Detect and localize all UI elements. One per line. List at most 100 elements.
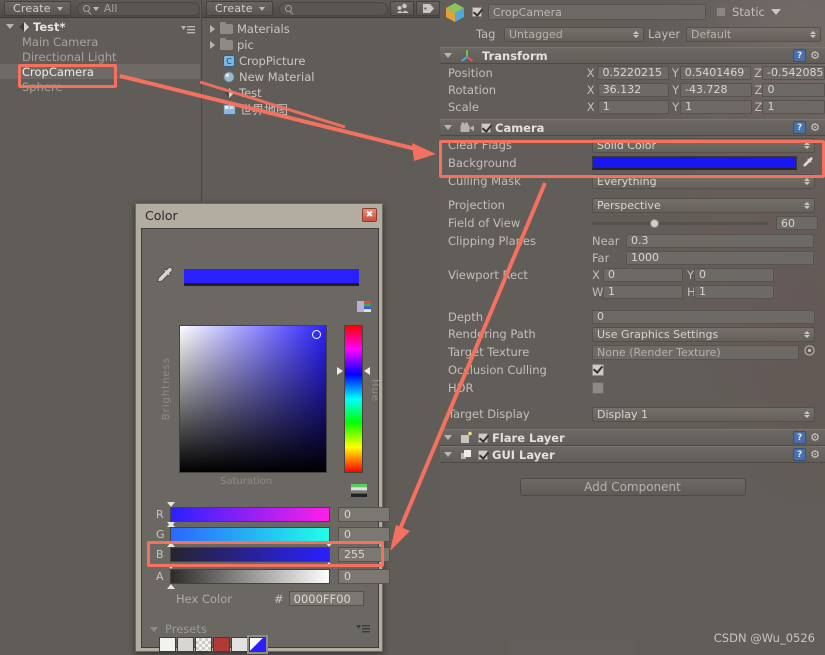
hierarchy-item-directional-light[interactable]: Directional Light xyxy=(0,49,200,64)
chevron-down-icon[interactable] xyxy=(444,452,452,457)
scale-z-input[interactable]: 1 xyxy=(762,99,825,114)
channel-mode-icon[interactable] xyxy=(351,484,367,500)
color-picker-titlebar[interactable]: Color ✖ xyxy=(136,204,382,226)
culling-mask-dropdown[interactable]: Everything xyxy=(592,173,815,189)
color-picker-mode-icon[interactable] xyxy=(357,301,371,315)
near-input[interactable]: 0.3 xyxy=(626,233,814,248)
chevron-down-icon[interactable] xyxy=(444,53,452,58)
occlusion-culling-checkbox[interactable] xyxy=(592,364,604,376)
preset-swatch-4[interactable] xyxy=(231,637,248,652)
eyedropper-icon[interactable] xyxy=(801,155,815,172)
flare-layer-enabled-checkbox[interactable] xyxy=(478,432,488,443)
gui-layer-enabled-checkbox[interactable] xyxy=(478,449,488,460)
close-icon[interactable]: ✖ xyxy=(362,208,377,222)
chevron-down-icon[interactable] xyxy=(444,125,452,130)
viewport-x-input[interactable]: 0 xyxy=(603,267,683,282)
slider-marker-top[interactable] xyxy=(325,541,333,547)
channel-slider-r[interactable] xyxy=(167,501,330,527)
transform-component-header[interactable]: Transform ? ⚙ xyxy=(440,47,825,64)
hierarchy-menu-icon[interactable] xyxy=(181,23,195,37)
gameobject-enabled-checkbox[interactable] xyxy=(472,7,482,17)
position-x-input[interactable]: 0.5220215 xyxy=(597,65,669,80)
viewport-h-input[interactable]: 1 xyxy=(694,284,774,299)
channel-value-b[interactable]: 255 xyxy=(338,546,390,562)
hierarchy-item-cropcamera[interactable]: CropCamera xyxy=(0,64,200,79)
slider-marker-top[interactable] xyxy=(167,521,175,527)
viewport-w-input[interactable]: 1 xyxy=(603,284,683,299)
add-component-button[interactable]: Add Component xyxy=(519,478,746,496)
far-input[interactable]: 1000 xyxy=(626,250,814,265)
camera-component-header[interactable]: Camera ? ⚙ xyxy=(440,119,825,136)
rotation-x-input[interactable]: 36.132 xyxy=(597,82,670,97)
hierarchy-item-sphere[interactable]: Sphere xyxy=(0,79,200,94)
preset-swatch-5[interactable] xyxy=(247,635,268,654)
channel-value-r[interactable]: 0 xyxy=(338,506,390,522)
slider-marker-top[interactable] xyxy=(167,501,175,507)
scale-y-input[interactable]: 1 xyxy=(680,99,752,114)
rotation-y-input[interactable]: -43.728 xyxy=(680,82,752,97)
chevron-down-icon[interactable] xyxy=(444,435,452,440)
channel-slider-b[interactable] xyxy=(170,541,333,567)
projection-dropdown[interactable]: Perspective xyxy=(592,197,815,213)
eyedropper-icon[interactable] xyxy=(156,265,176,290)
hdr-checkbox[interactable] xyxy=(592,382,604,394)
channel-value-g[interactable]: 0 xyxy=(338,526,390,542)
slider-marker-bottom[interactable] xyxy=(167,583,175,589)
chevron-down-icon[interactable] xyxy=(6,24,14,29)
hue-slider[interactable] xyxy=(337,325,370,473)
camera-enabled-checkbox[interactable] xyxy=(481,122,491,133)
depth-input[interactable]: 0 xyxy=(592,309,815,324)
fov-slider[interactable] xyxy=(592,218,768,228)
preset-swatch-2[interactable] xyxy=(195,637,212,652)
target-display-dropdown[interactable]: Display 1 xyxy=(592,406,815,422)
preset-swatch-3[interactable] xyxy=(213,637,230,652)
chevron-right-icon[interactable] xyxy=(210,25,215,33)
chevron-down-icon[interactable] xyxy=(150,626,158,632)
hierarchy-search-input[interactable]: All xyxy=(76,1,200,16)
gear-icon[interactable]: ⚙ xyxy=(810,449,820,460)
layer-dropdown[interactable]: Default xyxy=(686,26,821,42)
hierarchy-create-button[interactable]: Create xyxy=(4,1,71,16)
saturation-brightness-square[interactable] xyxy=(179,325,327,473)
help-icon[interactable]: ? xyxy=(793,448,807,461)
object-picker-icon[interactable] xyxy=(804,345,815,359)
project-filter-by-type-button[interactable] xyxy=(390,1,415,16)
help-icon[interactable]: ? xyxy=(793,431,807,444)
sb-cursor[interactable] xyxy=(312,330,321,339)
position-y-input[interactable]: 0.5401469 xyxy=(679,65,752,80)
project-item-materials[interactable]: Materials xyxy=(202,21,440,37)
channel-slider-g[interactable] xyxy=(167,521,330,547)
presets-swatch-row[interactable] xyxy=(159,635,268,654)
fov-slider-knob[interactable] xyxy=(650,218,660,228)
rendering-path-dropdown[interactable]: Use Graphics Settings xyxy=(592,326,815,342)
color-picker-window[interactable]: Color ✖ Brightness Saturation Hue R 0 G … xyxy=(135,203,390,654)
project-item-pic[interactable]: pic xyxy=(202,37,440,53)
preset-swatch-0[interactable] xyxy=(159,637,176,652)
target-texture-field[interactable]: None (Render Texture) xyxy=(592,344,799,360)
project-item-test[interactable]: Test xyxy=(202,85,440,101)
channel-slider-a[interactable] xyxy=(167,563,330,589)
static-checkbox[interactable] xyxy=(716,7,726,17)
gear-icon[interactable]: ⚙ xyxy=(810,50,820,61)
scale-x-input[interactable]: 1 xyxy=(597,99,670,114)
presets-menu-icon[interactable] xyxy=(356,623,370,636)
fov-input[interactable]: 60 xyxy=(776,216,818,230)
help-icon[interactable]: ? xyxy=(793,121,807,134)
project-search-input[interactable] xyxy=(278,1,389,16)
channel-value-a[interactable]: 0 xyxy=(338,568,390,584)
preset-swatch-1[interactable] xyxy=(177,637,194,652)
slider-marker-top[interactable] xyxy=(167,563,175,569)
static-dropdown-icon[interactable] xyxy=(770,9,781,15)
project-item-new-material[interactable]: New Material xyxy=(202,69,440,85)
project-item-croppicture[interactable]: C CropPicture xyxy=(202,53,440,69)
help-icon[interactable]: ? xyxy=(793,49,807,62)
background-color-field[interactable] xyxy=(592,156,797,170)
hierarchy-item-main-camera[interactable]: Main Camera xyxy=(0,34,200,49)
clear-flags-dropdown[interactable]: Solid Color xyxy=(592,137,815,153)
position-z-input[interactable]: -0.542085 xyxy=(762,65,825,80)
tag-dropdown[interactable]: Untagged xyxy=(504,26,644,42)
slider-marker-bottom[interactable] xyxy=(325,561,333,567)
flare-layer-component-header[interactable]: Flare Layer ? ⚙ xyxy=(440,429,825,446)
gear-icon[interactable]: ⚙ xyxy=(810,432,820,443)
gear-icon[interactable]: ⚙ xyxy=(810,122,820,133)
